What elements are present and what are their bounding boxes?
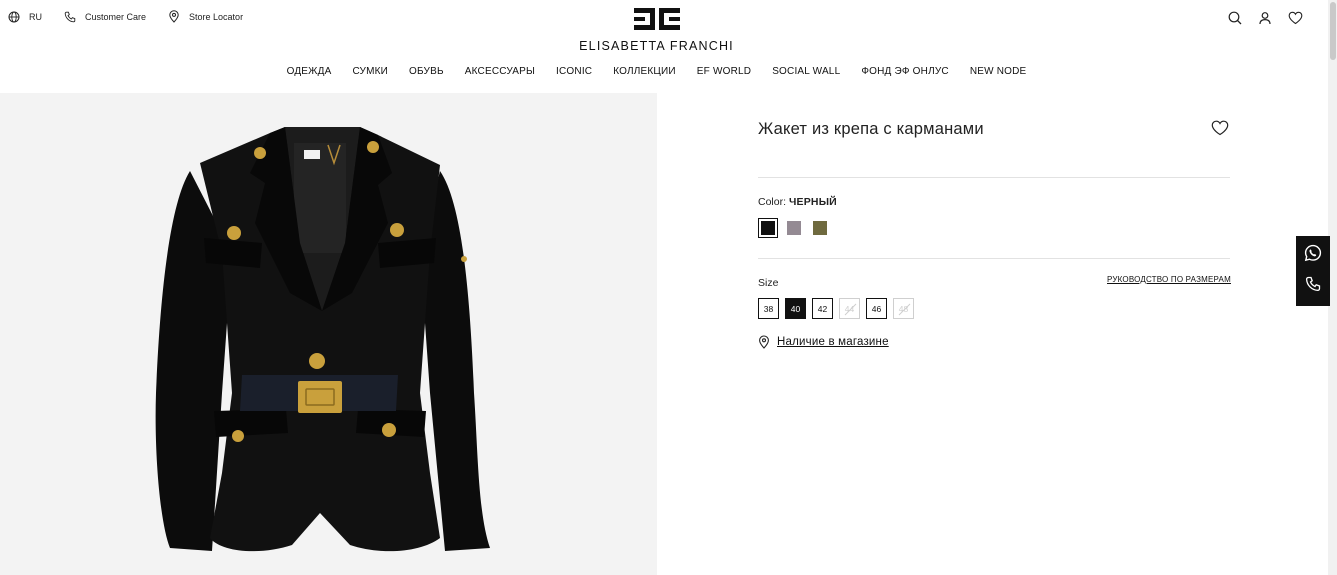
nav-item-bags[interactable]: СУМКИ	[352, 66, 388, 77]
unavailable-strike-icon	[898, 303, 911, 316]
nav-item-foundation[interactable]: ФОНД ЭФ ОНЛУС	[861, 66, 948, 77]
search-icon[interactable]	[1228, 11, 1242, 30]
nav-item-clothing[interactable]: ОДЕЖДА	[287, 66, 332, 77]
size-guide-link[interactable]: РУКОВОДСТВО ПО РАЗМЕРАМ	[1107, 275, 1231, 284]
size-option-42[interactable]: 42	[812, 298, 833, 319]
size-option-40[interactable]: 40	[785, 298, 806, 319]
swatch-fill	[761, 221, 775, 235]
color-swatch-grey-mauve[interactable]	[784, 218, 804, 238]
swatch-fill	[813, 221, 827, 235]
color-label-text: Color:	[758, 196, 787, 208]
size-selector: 38 40 42 44 46 48	[758, 298, 914, 319]
account-icon[interactable]	[1258, 11, 1272, 30]
brand-logo[interactable]: ELISABETTA FRANCHI	[0, 8, 1313, 53]
nav-item-collections[interactable]: КОЛЛЕКЦИИ	[613, 66, 676, 77]
nav-item-accessories[interactable]: АКСЕССУАРЫ	[465, 66, 535, 77]
color-swatch-olive[interactable]	[810, 218, 830, 238]
nav-item-shoes[interactable]: ОБУВЬ	[409, 66, 444, 77]
logo-mark-icon	[633, 8, 680, 30]
page-scrollbar-thumb[interactable]	[1330, 2, 1336, 60]
nav-item-social-wall[interactable]: SOCIAL WALL	[772, 66, 840, 77]
store-availability-label: Наличие в магазине	[777, 336, 889, 348]
main-navigation: ОДЕЖДА СУМКИ ОБУВЬ АКСЕССУАРЫ ICONIC КОЛ…	[0, 66, 1313, 77]
divider	[758, 177, 1230, 178]
size-label: Size	[758, 277, 779, 289]
add-to-wishlist-heart-icon[interactable]	[1211, 120, 1229, 141]
nav-item-ef-world[interactable]: EF WORLD	[697, 66, 751, 77]
brand-name: ELISABETTA FRANCHI	[579, 39, 734, 53]
location-pin-icon	[759, 335, 769, 349]
contact-widget	[1296, 236, 1330, 306]
wishlist-heart-icon[interactable]	[1288, 11, 1303, 30]
nav-item-new-node[interactable]: NEW NODE	[970, 66, 1027, 77]
size-option-48[interactable]: 48	[893, 298, 914, 319]
color-label: Color: ЧЕРНЫЙ	[758, 196, 837, 208]
color-swatches	[758, 218, 830, 238]
swatch-fill	[787, 221, 801, 235]
header-actions	[1228, 11, 1303, 30]
divider	[758, 258, 1230, 259]
unavailable-strike-icon	[844, 303, 857, 316]
phone-icon[interactable]	[1305, 276, 1322, 298]
store-availability-link[interactable]: Наличие в магазине	[758, 335, 889, 349]
product-image[interactable]	[0, 93, 657, 575]
whatsapp-icon[interactable]	[1304, 244, 1322, 267]
size-option-46[interactable]: 46	[866, 298, 887, 319]
color-value: ЧЕРНЫЙ	[788, 196, 837, 208]
color-swatch-black[interactable]	[758, 218, 778, 238]
product-title: Жакет из крепа с карманами	[758, 120, 984, 138]
size-option-44[interactable]: 44	[839, 298, 860, 319]
nav-item-iconic[interactable]: ICONIC	[556, 66, 592, 77]
jacket-illustration	[155, 127, 490, 552]
size-option-38[interactable]: 38	[758, 298, 779, 319]
